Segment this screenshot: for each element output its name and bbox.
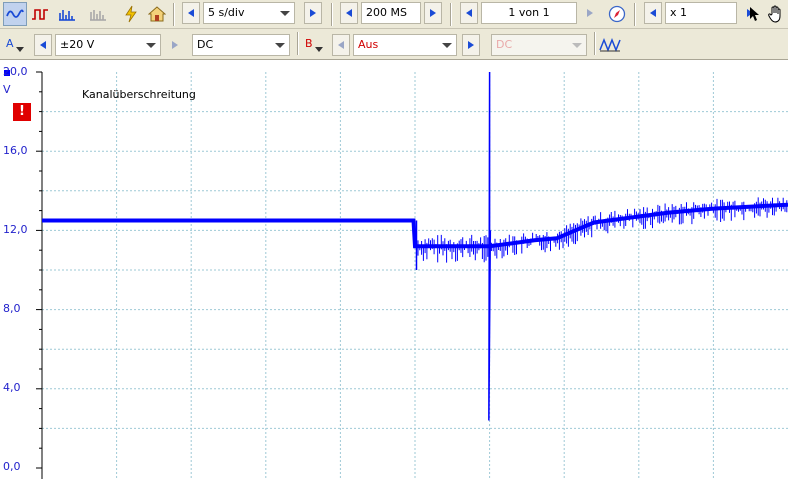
channel-a-range-decrease-button[interactable] [34, 34, 52, 56]
channel-a-range-value: ±20 V [60, 38, 95, 51]
capture-page-field: 1 von 1 [481, 2, 577, 24]
capture-previous-button[interactable] [460, 2, 478, 24]
channel-b-range-value: Aus [358, 38, 379, 51]
spectrum-mode-icon[interactable] [55, 2, 79, 26]
timebase-increase-button[interactable] [304, 2, 322, 24]
channel-b-coupling-value: DC [496, 38, 513, 51]
spectrum-disabled-icon [86, 2, 110, 26]
pointer-tool-icon[interactable] [746, 2, 764, 26]
y-tick-label: 4,0 [3, 381, 21, 394]
timebase-decrease-button[interactable] [182, 2, 200, 24]
capture-next-button[interactable] [581, 2, 599, 24]
channel-b-coupling-select: DC [491, 34, 587, 56]
y-tick-label: 0,0 [3, 460, 21, 473]
samples-value: 200 MS [366, 6, 407, 19]
zoom-decrease-button[interactable] [644, 2, 662, 24]
y-tick-label: 12,0 [3, 223, 28, 236]
channel-b-settings-icon[interactable] [315, 42, 323, 55]
samples-input[interactable]: 200 MS [361, 2, 421, 24]
samples-increase-button[interactable] [424, 2, 442, 24]
timebase-value: 5 s/div [208, 6, 245, 19]
channel-b-label: B [305, 37, 313, 50]
capture-page-value: 1 von 1 [508, 6, 550, 19]
y-tick-label: 8,0 [3, 302, 21, 315]
channel-b-range-decrease-button[interactable] [332, 34, 350, 56]
channel-toolbar: A ±20 V DC B Aus DC [0, 29, 788, 60]
y-tick-label: 20,0 [3, 65, 28, 78]
zoom-field[interactable]: x 1 [665, 2, 737, 24]
channel-a-coupling-select[interactable]: DC [192, 34, 290, 56]
timebase-select[interactable]: 5 s/div [203, 2, 295, 24]
channel-a-range-increase-button[interactable] [166, 34, 184, 56]
trigger-icon[interactable] [598, 34, 622, 56]
y-tick-label: 16,0 [3, 144, 28, 157]
oscilloscope-plot[interactable] [0, 60, 788, 479]
signal-generator-icon[interactable] [119, 2, 143, 26]
channel-b-range-increase-button[interactable] [462, 34, 480, 56]
home-icon[interactable] [145, 2, 169, 26]
trace-transient [488, 71, 492, 421]
zoom-value: x 1 [670, 6, 688, 19]
waveform-canvas [4, 70, 788, 479]
compass-icon[interactable] [605, 2, 629, 26]
hand-tool-icon[interactable] [766, 2, 786, 26]
main-toolbar: 5 s/div 200 MS 1 von 1 x 1 [0, 0, 788, 29]
channel-b-range-select[interactable]: Aus [353, 34, 457, 56]
overrange-warning-text: Kanalüberschreitung [82, 88, 196, 101]
overrange-warning-icon: ! [13, 103, 31, 121]
scope-mode-icon[interactable] [3, 2, 27, 26]
persistence-mode-icon[interactable] [28, 2, 52, 26]
channel-a-label: A [6, 37, 14, 50]
channel-a-range-select[interactable]: ±20 V [55, 34, 161, 56]
y-axis-unit: V [3, 83, 11, 96]
channel-a-settings-icon[interactable] [16, 42, 24, 55]
samples-decrease-button[interactable] [340, 2, 358, 24]
channel-a-coupling-value: DC [197, 38, 214, 51]
